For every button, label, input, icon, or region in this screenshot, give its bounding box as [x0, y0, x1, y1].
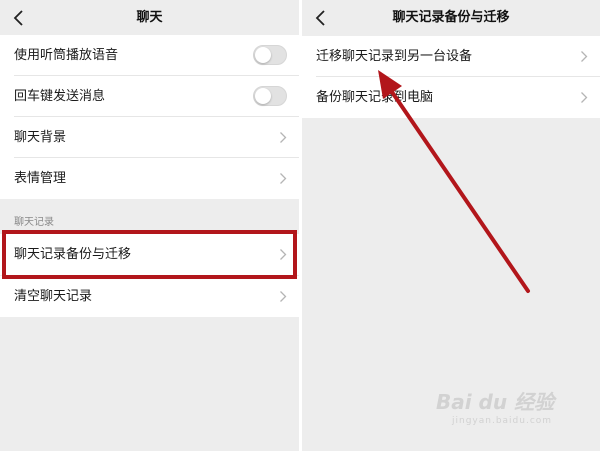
chevron-right-icon: [280, 291, 287, 302]
earpiece-toggle[interactable]: [253, 45, 287, 65]
setting-row-sticker-management[interactable]: 表情管理: [0, 158, 299, 199]
chevron-right-icon: [280, 173, 287, 184]
titlebar: 聊天记录备份与迁移: [302, 0, 600, 35]
setting-row-backup-pc[interactable]: 备份聊天记录到电脑: [302, 77, 600, 118]
setting-row-earpiece[interactable]: 使用听筒播放语音: [0, 35, 299, 76]
section-header-chat-history: 聊天记录: [14, 217, 54, 228]
titlebar: 聊天: [0, 0, 299, 35]
setting-row-migrate-device[interactable]: 迁移聊天记录到另一台设备: [302, 36, 600, 77]
chevron-right-icon: [280, 132, 287, 143]
row-label: 备份聊天记录到电脑: [316, 90, 434, 105]
chevron-right-icon: [581, 51, 588, 62]
toggle-knob: [255, 88, 271, 104]
row-label: 聊天背景: [14, 130, 67, 145]
chevron-right-icon: [581, 92, 588, 103]
toggle-knob: [255, 47, 271, 63]
page-title: 聊天记录备份与迁移: [392, 10, 510, 25]
row-label: 聊天记录备份与迁移: [14, 247, 132, 262]
row-label: 回车键发送消息: [14, 89, 106, 104]
setting-row-clear-history[interactable]: 清空聊天记录: [0, 276, 299, 317]
back-chevron-icon[interactable]: [12, 9, 26, 27]
back-chevron-icon[interactable]: [314, 9, 328, 27]
page-title: 聊天: [136, 10, 163, 25]
setting-row-backup-migrate[interactable]: 聊天记录备份与迁移: [0, 234, 299, 275]
chevron-right-icon: [280, 249, 287, 260]
row-label: 表情管理: [14, 171, 67, 186]
row-label: 迁移聊天记录到另一台设备: [316, 49, 473, 64]
setting-row-chat-background[interactable]: 聊天背景: [0, 117, 299, 158]
row-label: 使用听筒播放语音: [14, 48, 119, 63]
enter-send-toggle[interactable]: [253, 86, 287, 106]
setting-row-enter-send[interactable]: 回车键发送消息: [0, 76, 299, 117]
chat-settings-panel: 聊天 使用听筒播放语音 回车键发送消息 聊天背景 表情管理 聊天记录 聊天记录备…: [0, 0, 299, 451]
row-label: 清空聊天记录: [14, 289, 93, 304]
backup-migrate-panel: 聊天记录备份与迁移 迁移聊天记录到另一台设备 备份聊天记录到电脑: [302, 0, 600, 451]
